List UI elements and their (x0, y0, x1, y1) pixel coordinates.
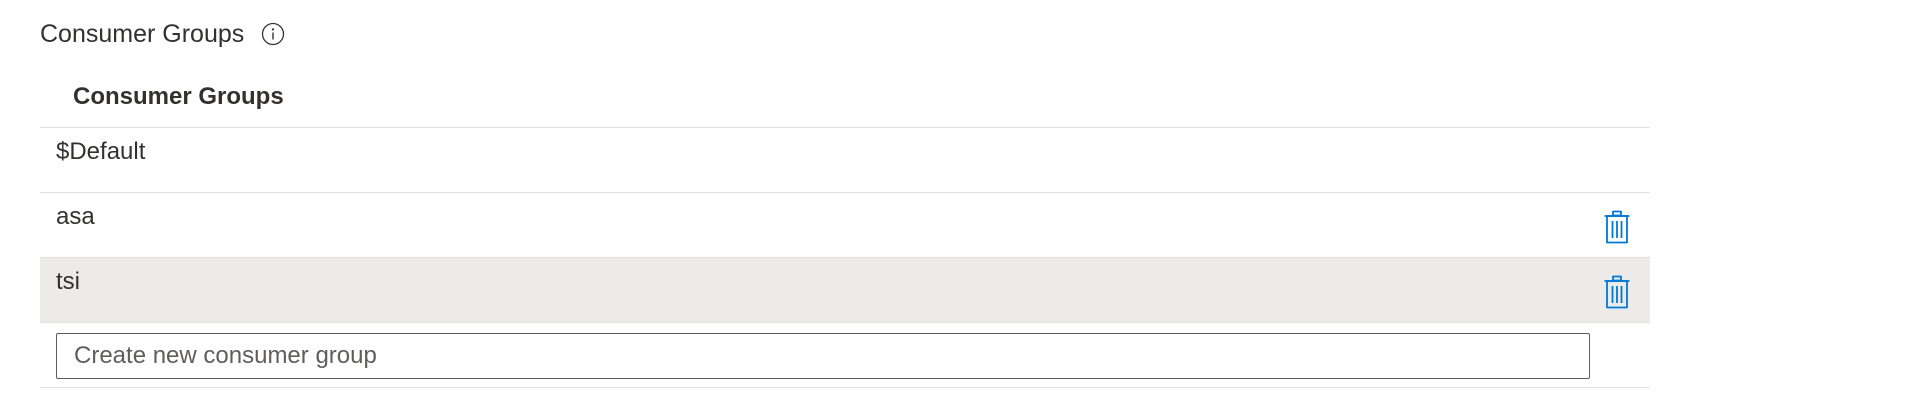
table-row[interactable]: tsi (40, 258, 1650, 323)
section-header: Consumer Groups (40, 18, 286, 50)
consumer-groups-grid: Consumer Groups $Default asa tsi (40, 66, 1650, 388)
table-row[interactable]: asa (40, 193, 1650, 258)
delete-button[interactable] (1600, 208, 1634, 246)
new-consumer-group-input[interactable] (56, 333, 1590, 379)
new-consumer-group-row (40, 323, 1650, 388)
info-icon[interactable] (260, 21, 286, 47)
trash-icon (1604, 275, 1630, 309)
consumer-group-name: tsi (56, 268, 80, 295)
column-header-consumer-groups[interactable]: Consumer Groups (40, 66, 1650, 128)
table-row[interactable]: $Default (40, 128, 1650, 193)
trash-icon (1604, 210, 1630, 244)
section-title: Consumer Groups (40, 19, 245, 48)
delete-button[interactable] (1600, 273, 1634, 311)
consumer-group-name: $Default (56, 138, 146, 165)
consumer-group-name: asa (56, 203, 95, 230)
